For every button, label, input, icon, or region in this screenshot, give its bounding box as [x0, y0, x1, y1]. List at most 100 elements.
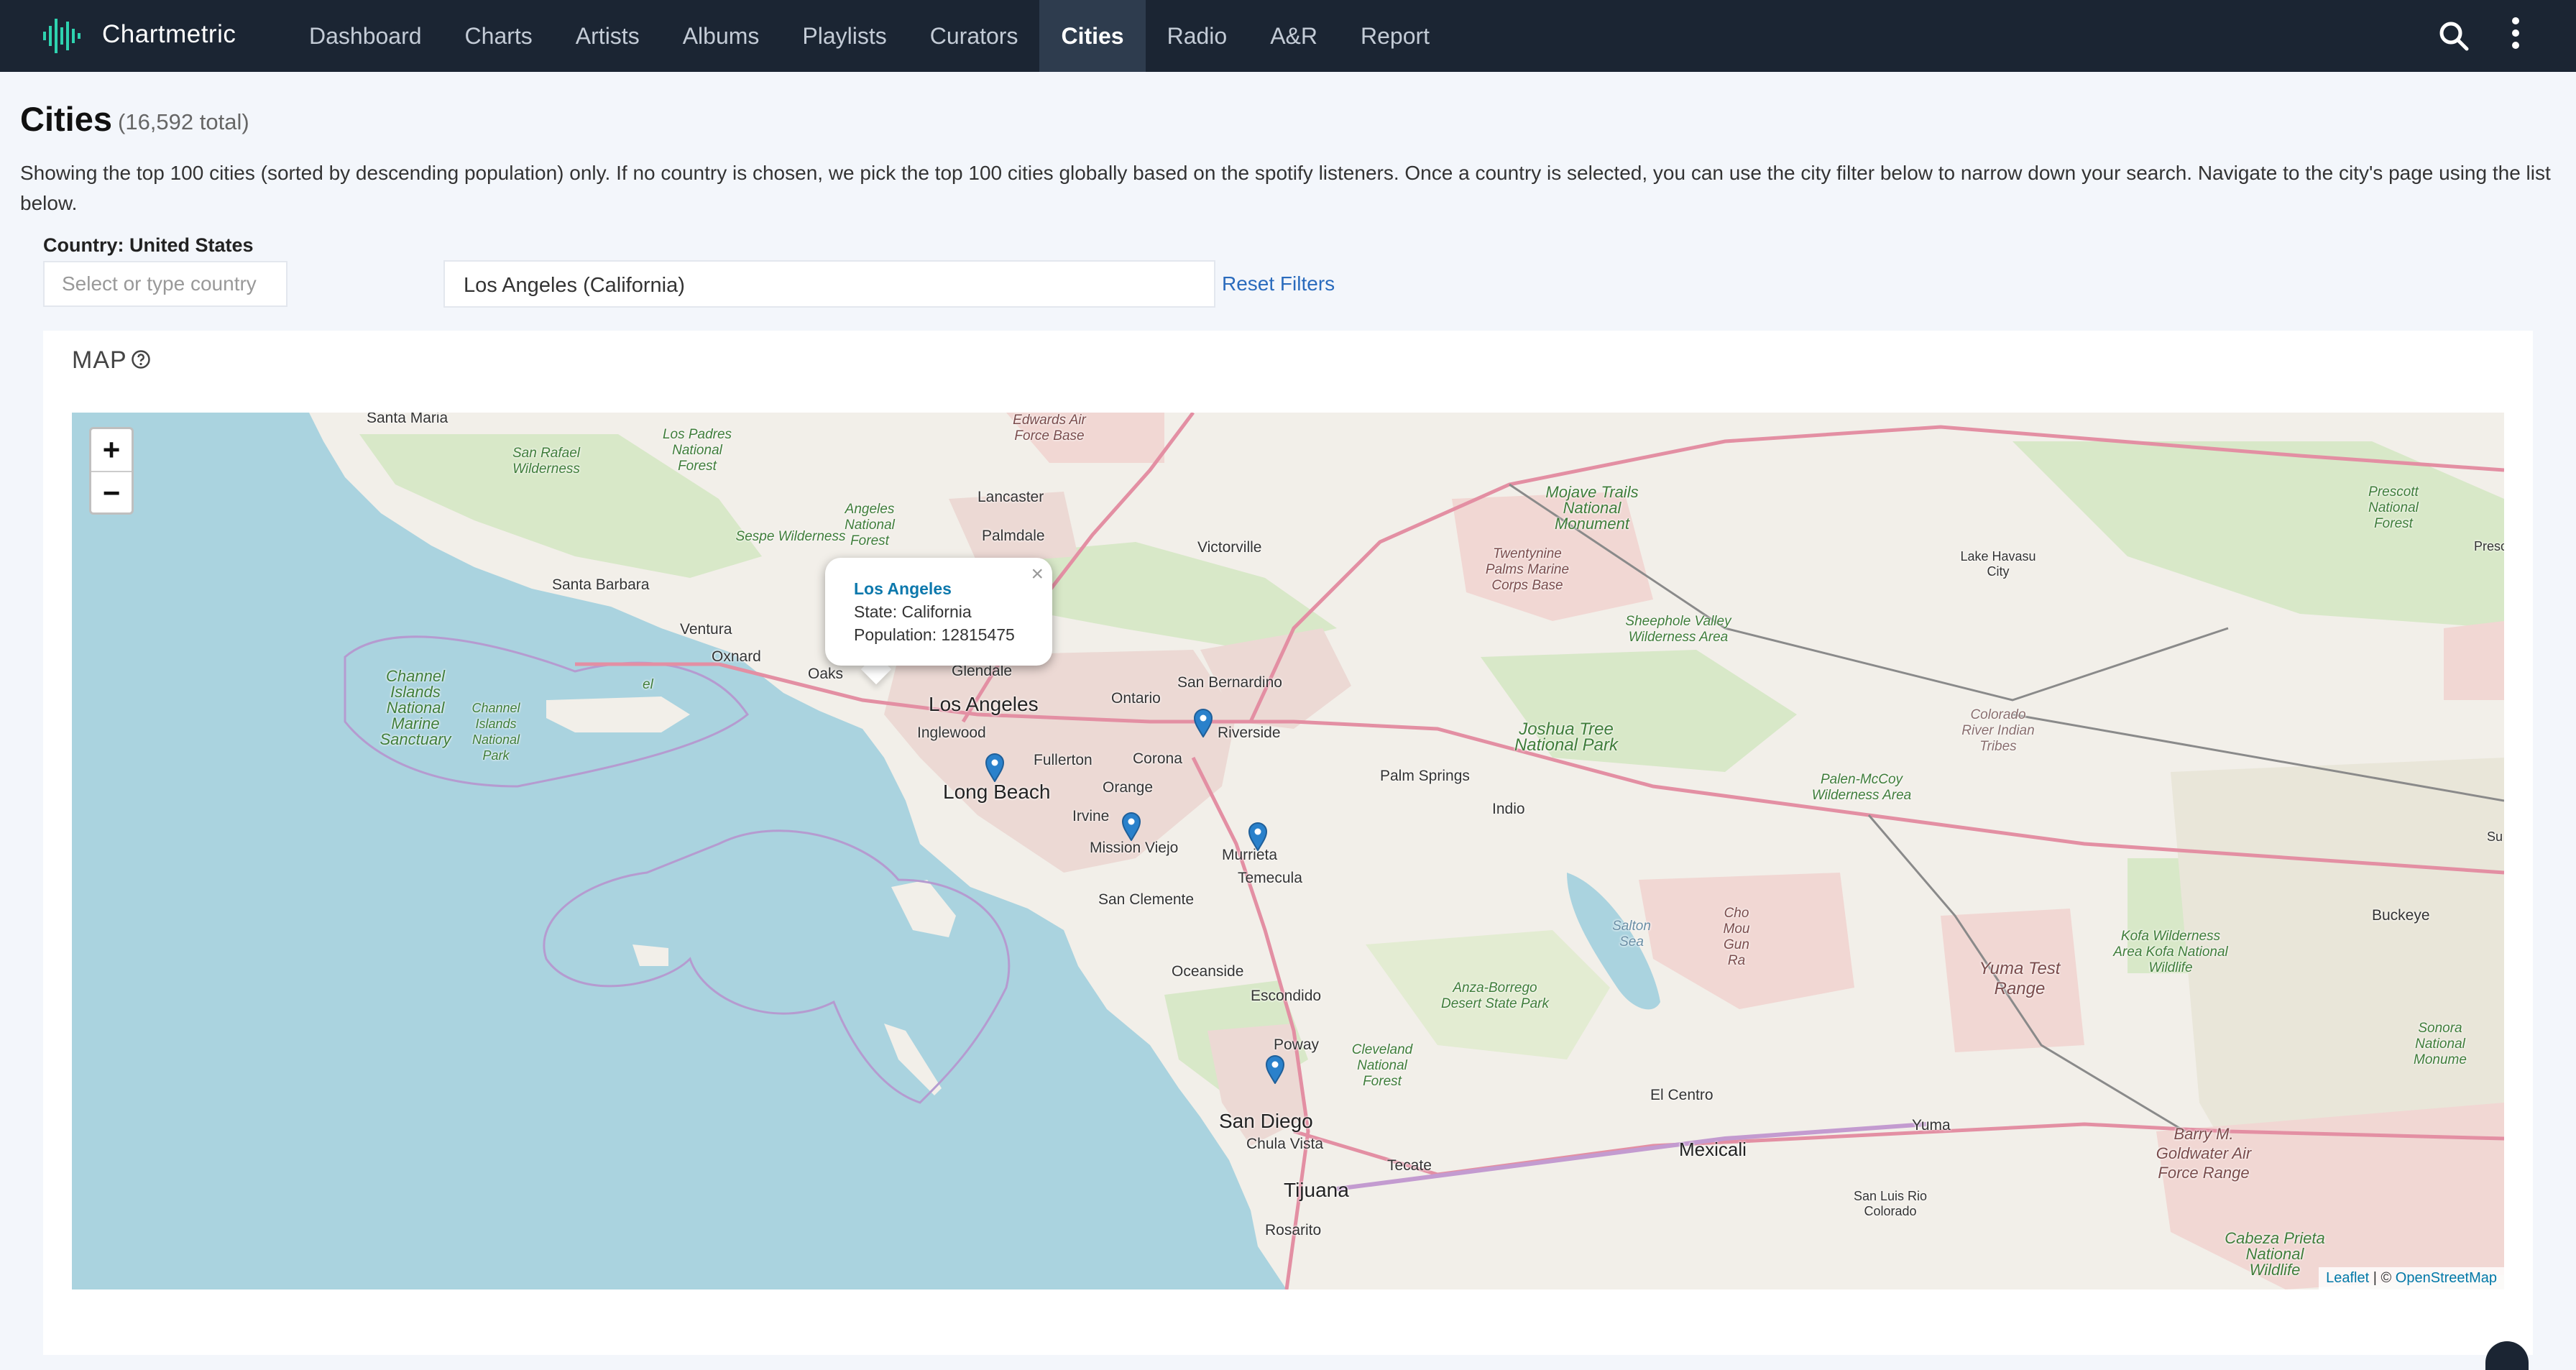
map-label: Lancaster: [978, 489, 1044, 505]
map-label: Victorville: [1197, 539, 1262, 556]
map-label: Palm Springs: [1380, 768, 1470, 784]
city-select[interactable]: Los Angeles (California): [443, 260, 1215, 308]
map-label: Ventura: [680, 621, 732, 638]
map-label: Buckeye: [2372, 907, 2430, 924]
map-label: Indio: [1492, 801, 1525, 817]
map-label: Mojave Trails National Monument: [1545, 483, 1639, 533]
country-input[interactable]: [45, 262, 286, 305]
map-label: Colorado River Indian Tribes: [1961, 707, 2035, 754]
map-attribution: Leaflet | © OpenStreetMap: [2319, 1267, 2504, 1289]
main-nav: Dashboard Charts Artists Albums Playlist…: [288, 0, 1451, 72]
map-label: Mission Viejo: [1090, 840, 1179, 856]
map-label: Oaks: [808, 666, 844, 682]
zoom-control: + −: [89, 427, 134, 515]
map-label: Sonora National Monume: [2414, 1021, 2467, 1067]
brand-name[interactable]: Chartmetric: [102, 20, 236, 49]
popup-close-icon[interactable]: ×: [1031, 562, 1044, 587]
map-label: Rosarito: [1265, 1222, 1322, 1238]
map-label: Mexicali: [1679, 1139, 1747, 1160]
zoom-in-button[interactable]: +: [91, 429, 132, 471]
map-label: Ontario: [1111, 690, 1161, 707]
nav-dashboard[interactable]: Dashboard: [288, 0, 443, 72]
map-label: Cabeza Prieta National Wildlife: [2225, 1229, 2325, 1279]
map-marker-icon[interactable]: [1265, 1055, 1285, 1084]
map-label: Anza-Borrego Desert State Park: [1441, 980, 1549, 1011]
map-label: Santa Barbara: [552, 576, 650, 593]
city-total-count: (16,592 total): [118, 109, 249, 134]
map-label: Riverside: [1218, 725, 1281, 741]
city-select-value: Los Angeles (California): [464, 274, 685, 297]
map-label: Temecula: [1238, 870, 1302, 886]
map-label: Twentynine Palms Marine Corps Base: [1485, 546, 1570, 593]
popup-state: State: California: [854, 602, 972, 621]
map-marker-icon[interactable]: [1121, 812, 1141, 841]
map-label: Sespe Wilderness: [735, 529, 846, 544]
map-label: el: [643, 677, 653, 692]
map-label: Tijuana: [1284, 1179, 1349, 1201]
leaflet-link[interactable]: Leaflet: [2326, 1270, 2369, 1286]
zoom-out-button[interactable]: −: [91, 471, 132, 514]
nav-artists[interactable]: Artists: [554, 0, 661, 72]
map-label: San Diego: [1219, 1110, 1313, 1132]
map-label: San Rafael Wilderness: [512, 446, 580, 477]
page-title: Cities: [20, 100, 112, 138]
map-label: Escondido: [1251, 988, 1322, 1004]
help-icon[interactable]: [131, 349, 151, 369]
nav-radio[interactable]: Radio: [1146, 0, 1249, 72]
map-label: Poway: [1274, 1036, 1320, 1053]
map-label: Palmdale: [982, 528, 1045, 544]
map-label: Tecate: [1387, 1157, 1432, 1174]
map-label: Channel Islands National Marine Sanctuar…: [380, 667, 451, 748]
map-label: Edwards Air Force Base: [1013, 413, 1086, 443]
map-label: Los Angeles: [929, 693, 1039, 715]
map-label: Salton Sea: [1612, 919, 1651, 950]
map-label: Cho Mou Gun Ra: [1723, 906, 1750, 968]
map-label: Fullerton: [1034, 752, 1092, 768]
map-label: Inglewood: [917, 725, 986, 741]
nav-cities[interactable]: Cities: [1039, 0, 1146, 72]
map-label: Lake Havasu City: [1960, 549, 2036, 579]
map-label: Su: [2487, 829, 2503, 844]
city-popup: × Los Angeles State: California Populati…: [825, 558, 1052, 666]
popup-city-link[interactable]: Los Angeles: [854, 579, 952, 599]
map-label: Irvine: [1072, 808, 1110, 824]
map-label: San Bernardino: [1177, 674, 1282, 691]
map-label: Long Beach: [943, 781, 1051, 803]
search-icon[interactable]: [2438, 20, 2470, 52]
nav-curators[interactable]: Curators: [908, 0, 1040, 72]
nav-albums[interactable]: Albums: [661, 0, 781, 72]
more-menu-icon[interactable]: [2510, 17, 2521, 55]
map-label: Palen-McCoy Wilderness Area: [1811, 772, 1912, 803]
map-label: Kofa Wilderness Area Kofa National Wildl…: [2113, 929, 2228, 975]
map-marker-icon[interactable]: [1193, 709, 1213, 737]
country-filter-label: Country: United States: [43, 234, 254, 256]
page-description: Showing the top 100 cities (sorted by de…: [20, 162, 2551, 214]
map-label: Presc: [2474, 539, 2504, 553]
nav-report[interactable]: Report: [1339, 0, 1451, 72]
map-label: Barry M. Goldwater Air Force Range: [2156, 1125, 2252, 1182]
map-label: Joshua Tree National Park: [1514, 720, 1619, 755]
openstreetmap-link[interactable]: OpenStreetMap: [2396, 1270, 2497, 1286]
map-label: Oxnard: [712, 648, 761, 665]
map-heading: MAP: [72, 346, 127, 374]
map-label: Yuma Test Range: [1979, 959, 2061, 998]
map-label: Channel Islands National Park: [472, 701, 520, 763]
top-navbar: Chartmetric Dashboard Charts Artists Alb…: [0, 0, 2576, 72]
nav-charts[interactable]: Charts: [443, 0, 554, 72]
map-label: San Luis Rio Colorado: [1853, 1189, 1928, 1218]
nav-ar[interactable]: A&R: [1248, 0, 1339, 72]
country-select[interactable]: [43, 261, 288, 307]
chartmetric-logo-icon[interactable]: [42, 16, 82, 56]
map-label: Sheephole Valley Wilderness Area: [1625, 614, 1731, 645]
map-label: Yuma: [1912, 1117, 1951, 1134]
nav-playlists[interactable]: Playlists: [781, 0, 908, 72]
map-marker-icon[interactable]: [1248, 822, 1268, 851]
map-label: Orange: [1103, 779, 1154, 796]
map-label: San Clemente: [1098, 891, 1195, 908]
map-label: Cleveland National Forest: [1351, 1042, 1413, 1089]
leaflet-map[interactable]: Santa Maria San Rafael Wilderness Los Pa…: [72, 413, 2504, 1289]
map-label: El Centro: [1650, 1087, 1714, 1103]
reset-filters-link[interactable]: Reset Filters: [1222, 272, 1335, 295]
map-label: Oceanside: [1172, 963, 1244, 980]
map-marker-icon[interactable]: [985, 753, 1005, 782]
